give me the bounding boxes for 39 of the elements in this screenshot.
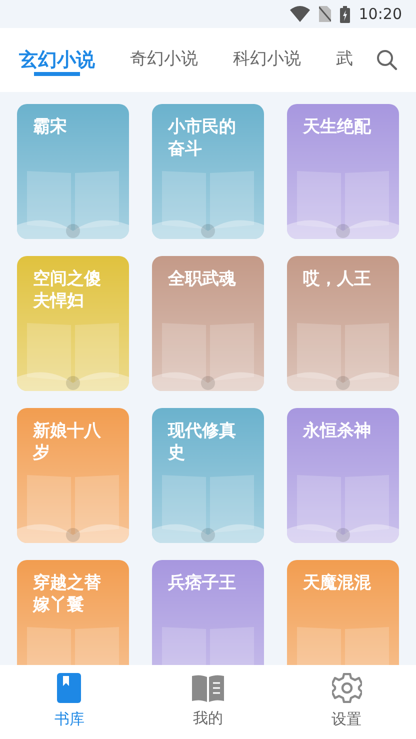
book-title: 现代修真史 <box>166 420 237 464</box>
nav-tab[interactable]: 书库 <box>0 673 139 731</box>
book-title: 穿越之替嫁丫鬟 <box>32 572 102 616</box>
wifi-icon <box>290 6 310 22</box>
open-book-icon <box>192 674 224 702</box>
book-title: 兵痞子王 <box>167 572 237 594</box>
clock-time: 10:20 <box>358 4 402 25</box>
book-card[interactable]: 全职武魂 <box>152 256 264 391</box>
book-card[interactable]: 哎，人王 <box>287 256 399 391</box>
book-card[interactable]: 天生绝配 <box>287 104 399 239</box>
book-title: 新娘十八岁 <box>32 420 102 464</box>
book-title: 霸宋 <box>32 116 68 138</box>
book-title: 哎，人王 <box>302 268 372 290</box>
book-title: 天魔混混 <box>302 572 372 594</box>
book-card[interactable]: 霸宋 <box>17 104 129 239</box>
nav-tab[interactable]: 设置 <box>277 673 416 731</box>
book-title: 全职武魂 <box>166 268 237 290</box>
book-card[interactable]: 穿越之替嫁丫鬟 <box>17 560 129 665</box>
no-sim-icon <box>318 6 331 22</box>
category-tab[interactable]: 奇幻小说 <box>130 28 198 92</box>
battery-charging-icon <box>340 6 350 22</box>
book-card[interactable]: 新娘十八岁 <box>17 408 129 543</box>
book-card[interactable]: 现代修真史 <box>152 408 264 543</box>
category-tab[interactable]: 玄幻小说 <box>19 28 95 92</box>
category-tab[interactable]: 武 <box>336 28 353 92</box>
book-card[interactable]: 天魔混混 <box>287 560 399 665</box>
book-card[interactable]: 兵痞子王 <box>152 560 264 665</box>
book-title: 空间之傻夫悍妇 <box>32 268 102 312</box>
book-card[interactable]: 永恒杀神 <box>287 408 399 543</box>
book-title: 天生绝配 <box>302 116 372 138</box>
bookmark-book-icon <box>57 673 82 704</box>
book-title: 永恒杀神 <box>302 420 372 442</box>
category-tab[interactable]: 科幻小说 <box>233 28 301 92</box>
search-icon[interactable] <box>376 49 398 71</box>
book-card[interactable]: 小市民的奋斗 <box>152 104 264 239</box>
nav-tab[interactable]: 我的 <box>138 674 278 730</box>
book-title: 小市民的奋斗 <box>166 116 237 160</box>
settings-icon <box>332 673 362 704</box>
book-card[interactable]: 空间之傻夫悍妇 <box>17 256 129 391</box>
